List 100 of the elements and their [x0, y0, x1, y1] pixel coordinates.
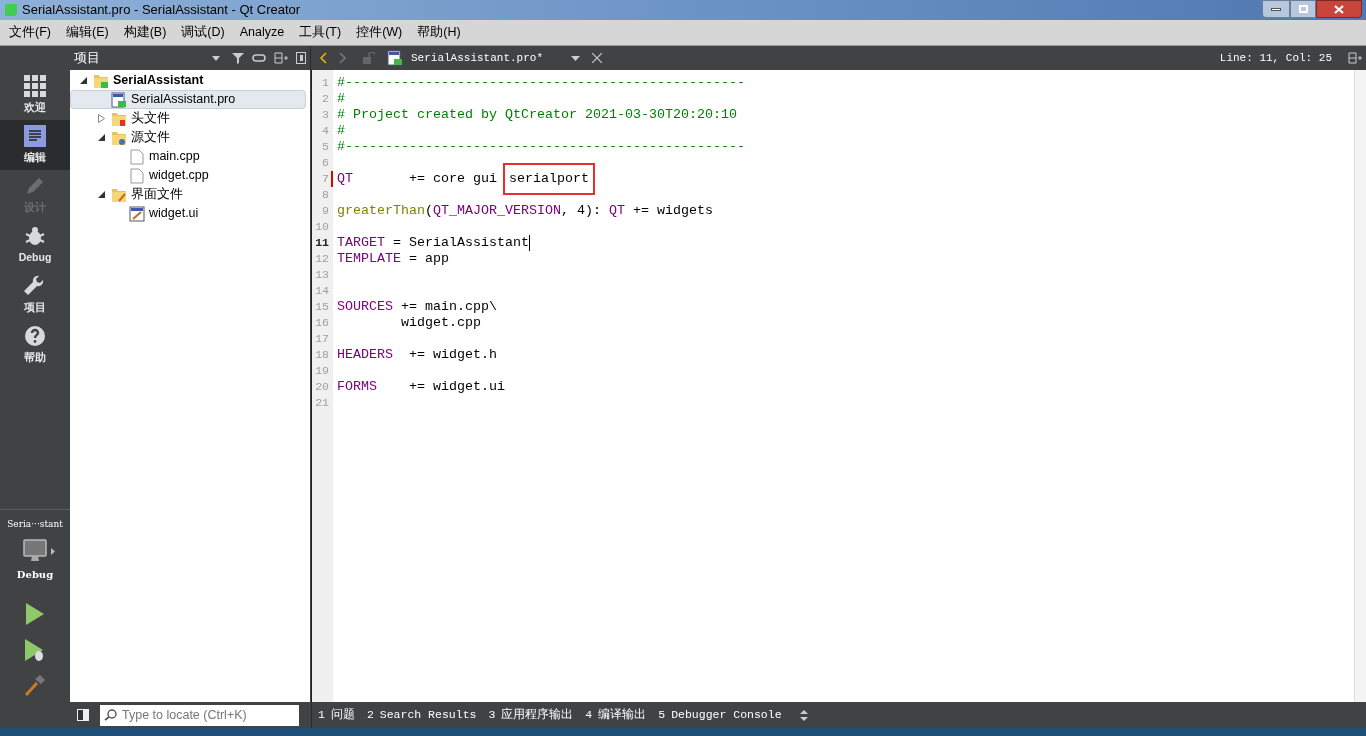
line-number: 7	[322, 173, 330, 185]
mode-button[interactable]: 项目	[0, 270, 70, 320]
link-icon[interactable]	[252, 53, 266, 63]
debug-run-icon[interactable]	[24, 638, 46, 662]
code-text: += widgets	[631, 203, 713, 219]
menu-item[interactable]: 工具(T)	[294, 23, 347, 42]
mode-button[interactable]: 编辑	[0, 120, 70, 170]
app-logo-icon	[4, 3, 18, 17]
split-icon[interactable]	[274, 52, 288, 64]
wrench-icon[interactable]	[24, 274, 46, 297]
file-icon	[129, 148, 145, 165]
filter-icon[interactable]	[232, 52, 244, 64]
tree-item[interactable]: SerialAssistant.pro	[70, 90, 306, 109]
close-panel-icon[interactable]	[296, 52, 306, 64]
tree-label: widget.cpp	[149, 167, 209, 185]
code-comment: #	[337, 123, 345, 139]
menu-item[interactable]: 构建(B)	[118, 23, 172, 42]
line-number: 3	[322, 109, 330, 121]
restore-button[interactable]	[1290, 0, 1316, 18]
tree-label: 界面文件	[131, 186, 183, 204]
line-number: 17	[315, 333, 330, 345]
more-panes-icon[interactable]	[799, 709, 808, 721]
hammer-icon[interactable]	[24, 674, 46, 696]
code-text: serialport	[504, 165, 593, 193]
run-icon[interactable]	[25, 602, 45, 626]
back-icon[interactable]	[319, 52, 327, 64]
code-text: += widget.ui	[408, 379, 505, 395]
code-text: HEADERS	[337, 347, 393, 363]
line-number: 19	[315, 365, 330, 377]
line-number: 16	[315, 317, 330, 329]
expanded-arrow-icon[interactable]	[97, 134, 105, 141]
menu-item[interactable]: Analyze	[234, 23, 290, 42]
code-text: greaterThan	[337, 203, 425, 219]
menu-item[interactable]: 控件(W)	[351, 23, 408, 42]
caret-icon	[51, 547, 55, 555]
header-folder-icon	[111, 110, 127, 127]
code-text: += core gui	[408, 171, 498, 187]
code-comment: #	[337, 91, 345, 107]
close-button[interactable]	[1316, 0, 1362, 18]
close-icon[interactable]	[592, 53, 603, 63]
bug-icon[interactable]	[24, 224, 46, 247]
tree-label: main.cpp	[149, 148, 200, 166]
line-number: 1	[322, 77, 330, 89]
project-file-icon	[387, 50, 403, 66]
code-text: widget.cpp	[400, 315, 481, 331]
expanded-arrow-icon[interactable]	[79, 77, 87, 84]
output-pane-tab[interactable]: 5 Debugger Console	[654, 706, 786, 724]
mode-button[interactable]: Debug	[0, 220, 70, 270]
code-text: (	[425, 203, 433, 219]
mode-button[interactable]: 帮助	[0, 320, 70, 370]
mode-button[interactable]: 欢迎	[0, 70, 70, 120]
editor-tab[interactable]: SerialAssistant.pro*	[411, 49, 544, 67]
tree-item[interactable]: widget.cpp	[70, 166, 306, 185]
grid-icon[interactable]	[24, 74, 46, 97]
collapsed-arrow-icon[interactable]	[97, 114, 105, 123]
split-icon[interactable]	[1348, 52, 1362, 64]
code-text: QT	[337, 171, 353, 187]
window-title: SerialAssistant.pro - SerialAssistant - Qt Creator	[22, 1, 301, 20]
code-text: += main.cpp\	[400, 299, 497, 315]
tree-item[interactable]: 界面文件	[70, 185, 306, 204]
menu-item[interactable]: 帮助(H)	[412, 23, 466, 42]
line-number: 4	[322, 125, 330, 137]
line-number: 11	[315, 237, 330, 249]
code-text: TEMPLATE	[337, 251, 401, 267]
project-file-icon	[111, 91, 127, 108]
cursor-position: Line: 11, Col: 25	[1219, 50, 1332, 66]
dropdown-icon[interactable]	[212, 55, 220, 61]
output-pane-tab[interactable]: 2 Search Results	[362, 706, 481, 724]
dropdown-icon[interactable]	[571, 55, 581, 61]
help-icon[interactable]	[24, 324, 46, 347]
code-text: SOURCES	[337, 299, 393, 315]
search-icon	[104, 709, 118, 721]
tree-item[interactable]: 源文件	[70, 128, 306, 147]
tree-item[interactable]: widget.ui	[70, 204, 306, 223]
line-number: 18	[315, 349, 330, 361]
expanded-arrow-icon[interactable]	[97, 191, 105, 198]
code-text: FORMS	[337, 379, 377, 395]
document-icon[interactable]	[24, 124, 46, 147]
line-number: 14	[315, 285, 330, 297]
menu-item[interactable]: 编辑(E)	[60, 23, 114, 42]
code-text: QT_MAJOR_VERSION	[433, 203, 561, 219]
code-comment: #--------------------------------------------------	[337, 75, 745, 91]
output-pane-tab[interactable]: 1 问题	[314, 706, 359, 724]
build-config-label: Debug	[16, 568, 54, 582]
tree-label: SerialAssistant.pro	[131, 91, 236, 109]
target-selector[interactable]	[23, 539, 55, 563]
menu-item[interactable]: 调试(D)	[176, 23, 230, 42]
tree-label: 头文件	[131, 110, 170, 128]
tree-item[interactable]: SerialAssistant	[70, 71, 306, 90]
sidebar-toggle-icon[interactable]	[76, 708, 90, 722]
output-pane-tab[interactable]: 4 编译输出	[581, 706, 651, 724]
lock-icon	[363, 52, 375, 64]
minimize-button[interactable]	[1262, 0, 1290, 18]
line-number: 8	[322, 189, 330, 201]
locator-field[interactable]: Type to locate (Ctrl+K)	[100, 704, 299, 726]
tree-item[interactable]: 头文件	[70, 109, 306, 128]
tree-item[interactable]: main.cpp	[70, 147, 306, 166]
line-number: 5	[322, 141, 330, 153]
output-pane-tab[interactable]: 3 应用程序输出	[484, 706, 578, 724]
menu-item[interactable]: 文件(F)	[4, 23, 56, 42]
